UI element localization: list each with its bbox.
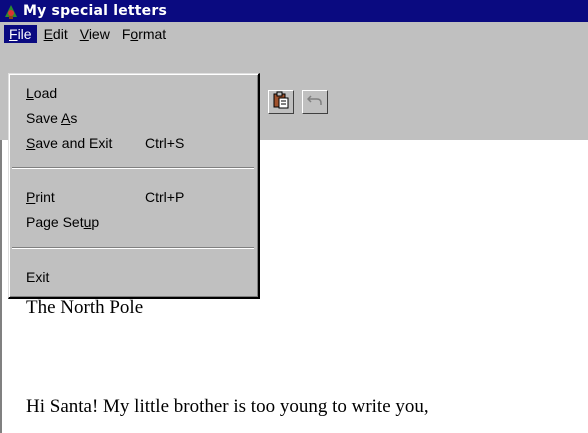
menu-view[interactable]: View: [75, 25, 115, 43]
title-bar: My special letters: [0, 0, 588, 22]
menu-item-page-setup[interactable]: Page Setup: [9, 211, 257, 233]
menu-item-exit[interactable]: Exit: [9, 266, 257, 288]
app-icon: [3, 3, 19, 19]
menu-separator: [12, 247, 254, 249]
undo-button[interactable]: [302, 90, 328, 114]
menu-format[interactable]: Format: [117, 25, 171, 43]
menu-edit[interactable]: Edit: [39, 25, 73, 43]
window-title: My special letters: [23, 3, 168, 19]
paste-button[interactable]: [268, 90, 294, 114]
undo-icon: [306, 93, 323, 112]
doc-line-greeting: Hi Santa! My little brother is too young…: [26, 396, 429, 417]
menu-file[interactable]: File: [4, 25, 37, 43]
paste-icon: [272, 91, 290, 114]
file-menu-dropdown: Load Save As Save and Exit Ctrl+S Print …: [8, 73, 260, 299]
menu-separator: [12, 167, 254, 169]
menu-item-save-as[interactable]: Save As: [9, 107, 257, 129]
shortcut-save-and-exit: Ctrl+S: [145, 135, 185, 151]
menu-item-print[interactable]: Print Ctrl+P: [9, 186, 257, 208]
shortcut-print: Ctrl+P: [145, 189, 185, 205]
menu-item-load[interactable]: Load: [9, 82, 257, 104]
doc-line-address: The North Pole: [26, 297, 144, 318]
menu-bar: File Edit View Format: [0, 22, 588, 46]
menu-item-save-and-exit[interactable]: Save and Exit Ctrl+S: [9, 132, 257, 154]
